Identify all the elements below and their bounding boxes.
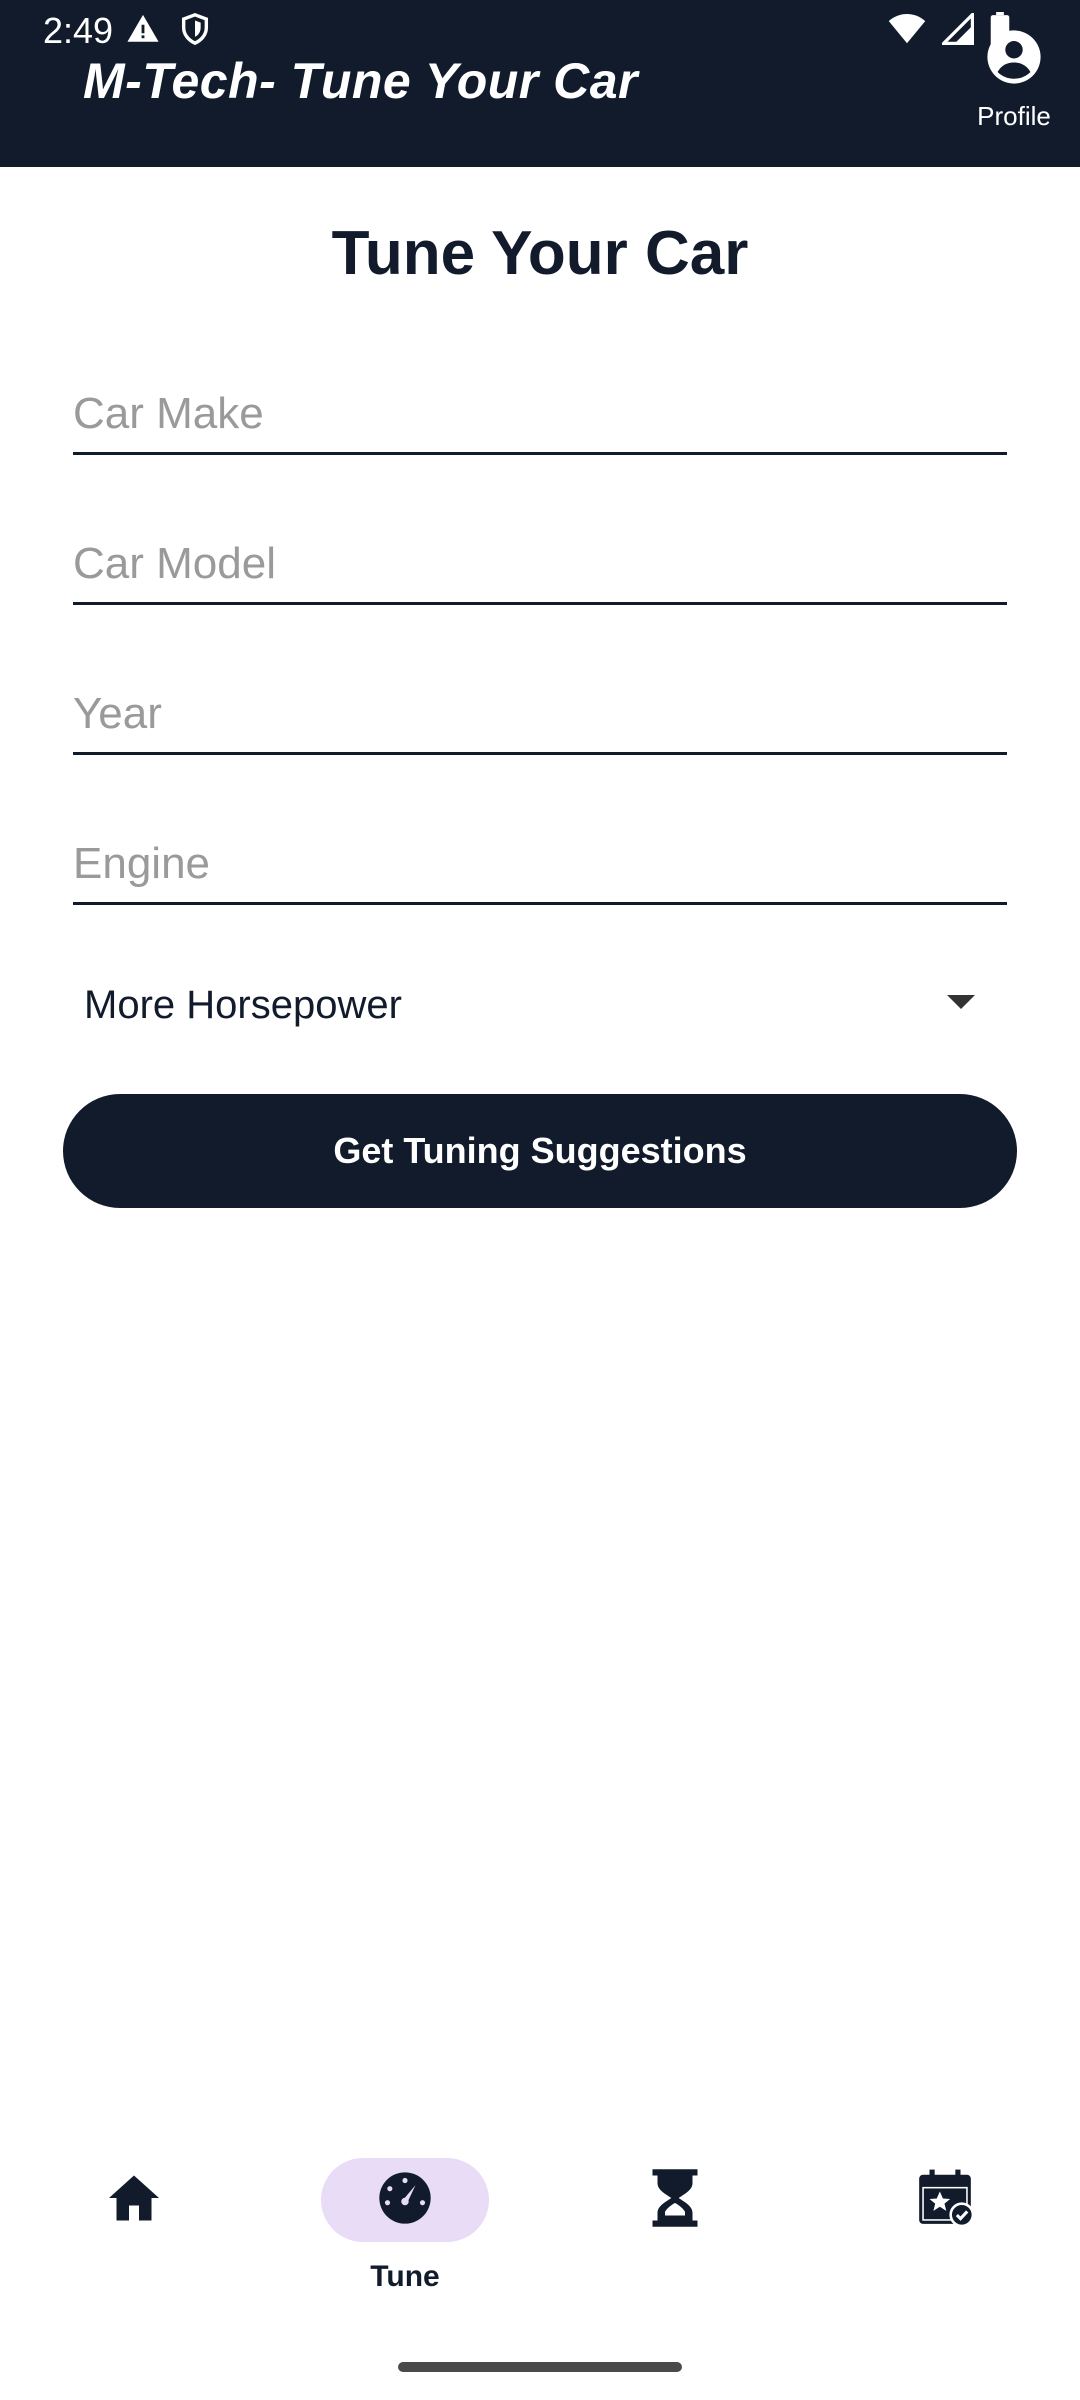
gesture-home-indicator[interactable] — [398, 2362, 682, 2372]
dropdown-arrow-icon — [947, 995, 975, 1009]
get-tuning-suggestions-button[interactable]: Get Tuning Suggestions — [63, 1094, 1017, 1208]
wifi-icon — [888, 13, 926, 50]
nav-item-home[interactable] — [34, 2130, 234, 2310]
car-model-input[interactable] — [73, 534, 1007, 594]
nav-icon-container — [591, 2158, 759, 2242]
car-model-field — [73, 525, 1007, 605]
status-left-icons — [126, 12, 212, 51]
engine-input[interactable] — [73, 834, 1007, 894]
home-icon — [104, 2168, 164, 2233]
nav-icon-container — [861, 2158, 1029, 2242]
app-header: 2:49 M-Tech- Tune Your Car Profile — [0, 0, 1080, 167]
engine-field — [73, 825, 1007, 905]
profile-button[interactable]: Profile — [974, 28, 1054, 148]
tuning-goal-dropdown[interactable]: More Horsepower — [73, 965, 1007, 1045]
get-tuning-suggestions-label: Get Tuning Suggestions — [333, 1130, 747, 1171]
year-input[interactable] — [73, 684, 1007, 744]
car-make-field — [73, 375, 1007, 455]
bottom-navigation: Tune — [0, 2130, 1080, 2310]
tuning-goal-value: More Horsepower — [84, 982, 402, 1027]
hourglass-icon — [647, 2168, 703, 2233]
car-make-input[interactable] — [73, 384, 1007, 444]
shield-icon — [178, 12, 212, 51]
warning-icon — [126, 12, 160, 51]
nav-item-tune[interactable]: Tune — [305, 2130, 505, 2310]
app-root: 2:49 M-Tech- Tune Your Car Profile Tune … — [0, 0, 1080, 2400]
account-circle-icon — [985, 28, 1043, 91]
signal-icon — [939, 10, 974, 50]
profile-label: Profile — [977, 101, 1051, 131]
nav-item-history[interactable] — [575, 2130, 775, 2310]
page-title: Tune Your Car — [331, 219, 749, 288]
speedometer-icon — [377, 2170, 433, 2231]
app-title: M-Tech- Tune Your Car — [83, 53, 639, 109]
year-field — [73, 675, 1007, 755]
status-time: 2:49 — [43, 10, 114, 51]
nav-item-calendar[interactable] — [845, 2130, 1045, 2310]
nav-active-indicator — [321, 2158, 489, 2242]
nav-icon-container — [50, 2158, 218, 2242]
calendar-star-icon — [914, 2167, 976, 2234]
nav-label-tune: Tune — [370, 2260, 440, 2293]
